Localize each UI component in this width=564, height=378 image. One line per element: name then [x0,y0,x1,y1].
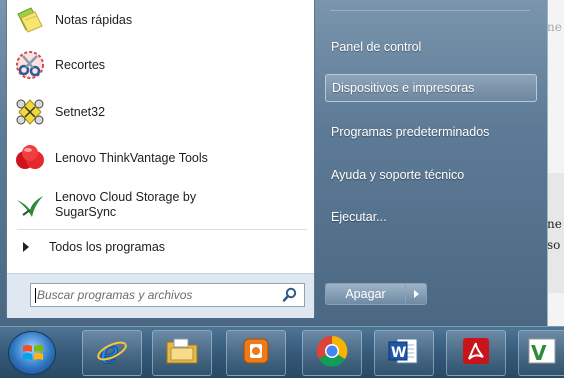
taskbar-visio-button[interactable]: V [518,330,564,376]
menu-item-programas-predeterminados[interactable]: Programas predeterminados [325,118,537,146]
search-area [7,273,314,318]
menu-item-dispositivos-e-impresoras[interactable]: Dispositivos e impresoras [325,74,537,102]
svg-text:W: W [391,345,406,361]
program-label: Notas rápidas [55,12,133,27]
program-label: Setnet32 [55,104,106,119]
taskbar-chrome-button[interactable] [302,330,362,376]
taskbar-acrobat-button[interactable] [446,330,506,376]
separator [330,10,530,11]
shutdown-control: Apagar [325,283,427,305]
taskbar-explorer-button[interactable] [152,330,212,376]
program-label: Lenovo Cloud Storage by SugarSync [55,190,197,219]
visio-icon: V [527,335,557,371]
word-icon: W [387,335,421,371]
windows-orb-icon[interactable] [8,331,56,375]
search-box[interactable] [30,283,305,307]
program-label: Recortes [55,57,106,72]
taskbar-ie-button[interactable]: e [82,330,142,376]
program-item-notas-rapidas[interactable]: Notas rápidas [13,2,309,38]
svg-text:e: e [100,334,119,368]
folder-icon [165,336,199,370]
program-item-recortes[interactable]: Recortes [13,47,309,83]
text-cursor [35,288,36,303]
shutdown-options-button[interactable] [405,283,427,305]
sugarsync-icon [13,188,47,222]
document-text-line: so [547,238,561,252]
programs-pane: Notas rápidas Recortes Setnet32 Lenovo T… [6,0,315,318]
separator [17,229,307,230]
program-item-sugarsync[interactable]: Lenovo Cloud Storage by SugarSync [13,187,309,223]
search-input[interactable] [37,286,269,304]
start-menu: Notas rápidas Recortes Setnet32 Lenovo T… [0,0,548,326]
arrow-right-icon [413,290,419,298]
menu-item-panel-de-control[interactable]: Panel de control [325,33,537,61]
windows-flag-icon [23,345,43,360]
document-text-line: ne [547,217,562,231]
program-item-setnet32[interactable]: Setnet32 [13,94,309,130]
menu-item-label: Panel de control [331,40,422,54]
arrow-right-icon [23,242,29,252]
taskbar-video-app-button[interactable] [226,330,286,376]
menu-item-label: Ejecutar... [331,210,387,224]
program-item-thinkvantage[interactable]: Lenovo ThinkVantage Tools [13,140,309,176]
menu-item-label: Ayuda y soporte técnico [331,168,465,182]
all-programs-button[interactable]: Todos los programas [17,236,309,258]
menu-item-label: Dispositivos e impresoras [332,81,475,95]
chrome-icon [315,334,349,372]
snipping-tool-icon [13,48,47,82]
document-text-line: ne [547,20,562,34]
taskbar-word-button[interactable]: W [374,330,434,376]
thinkvantage-icon [13,141,47,175]
sticky-notes-icon [13,3,47,37]
setnet32-icon [13,95,47,129]
all-programs-label: Todos los programas [49,240,166,254]
video-app-icon [241,336,271,370]
taskbar: e W V [0,326,564,378]
menu-item-ayuda-y-soporte[interactable]: Ayuda y soporte técnico [325,161,537,189]
search-icon[interactable] [282,287,298,303]
menu-item-label: Programas predeterminados [331,125,490,139]
program-label: Lenovo ThinkVantage Tools [55,150,208,165]
shutdown-button[interactable]: Apagar [325,283,405,305]
ie-icon: e [95,333,129,372]
menu-item-ejecutar[interactable]: Ejecutar... [325,203,537,231]
acrobat-icon [461,336,491,370]
svg-text:V: V [531,341,547,365]
